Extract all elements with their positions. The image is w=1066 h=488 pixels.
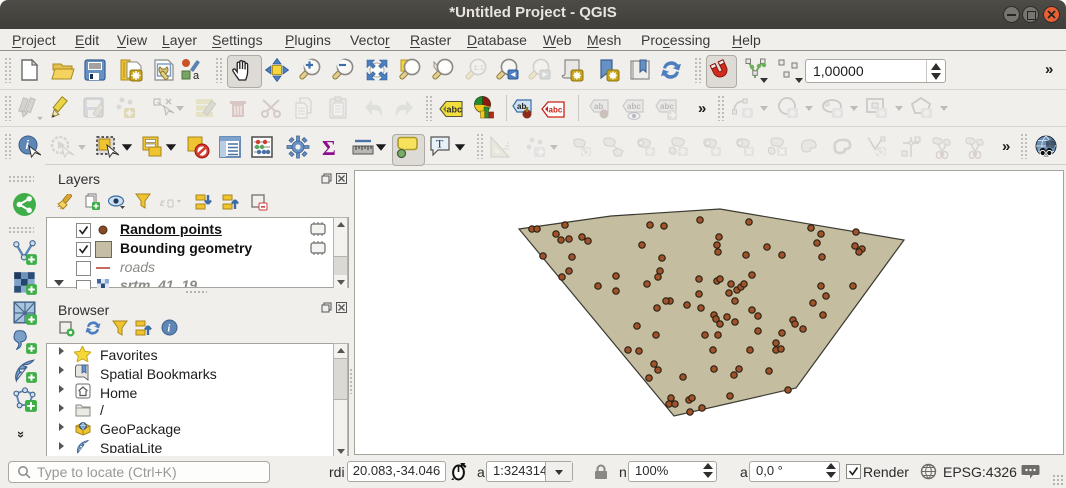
svg-text:ab: ab bbox=[517, 102, 526, 111]
svg-text:ε: ε bbox=[160, 195, 165, 209]
svg-text:T: T bbox=[436, 137, 444, 151]
svg-text:abc: abc bbox=[627, 102, 641, 111]
svg-text:abc: abc bbox=[447, 105, 463, 115]
svg-text:abc: abc bbox=[549, 106, 563, 115]
svg-text:abc: abc bbox=[660, 102, 674, 111]
svg-text:a: a bbox=[193, 70, 200, 82]
svg-text:ab: ab bbox=[594, 102, 603, 111]
svg-text:i: i bbox=[168, 324, 171, 335]
svg-text:1:1: 1:1 bbox=[474, 63, 484, 72]
